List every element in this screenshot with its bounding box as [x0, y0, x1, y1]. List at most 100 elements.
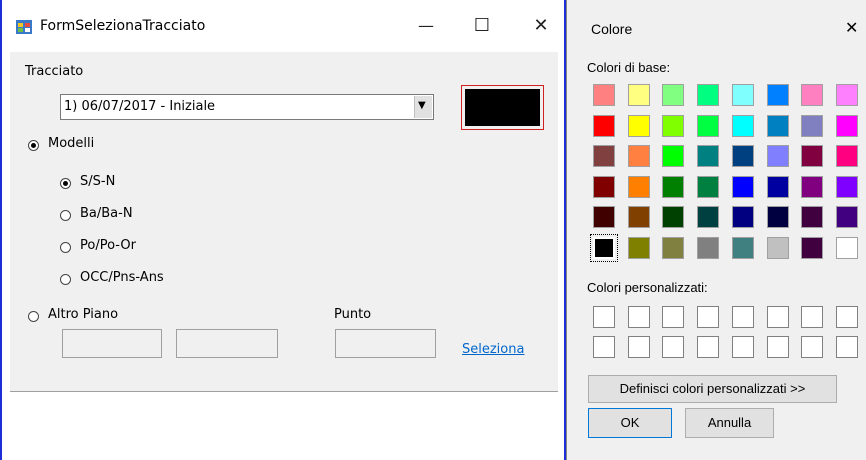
dialog-close-icon[interactable]: ✕ [845, 18, 858, 37]
color-swatch[interactable] [593, 206, 615, 228]
model-label: Po/Po-Or [80, 238, 136, 253]
color-swatch[interactable] [835, 145, 858, 167]
define-custom-colors-button[interactable]: Definisci colori personalizzati >> [588, 375, 837, 403]
color-swatch[interactable] [627, 114, 650, 137]
color-swatch[interactable] [697, 114, 720, 137]
color-swatch[interactable] [766, 206, 789, 228]
punto-label: Punto [334, 307, 372, 322]
altro-piano-radio[interactable] [28, 311, 39, 322]
model-radio[interactable] [60, 178, 71, 189]
custom-color-slot[interactable] [835, 336, 858, 358]
color-swatch[interactable] [662, 84, 685, 106]
color-swatch[interactable] [593, 175, 615, 198]
color-swatch[interactable] [627, 145, 650, 167]
form-title-bar[interactable]: FormSelezionaTracciato — ☐ ✕ [2, 0, 564, 52]
color-swatch[interactable] [697, 145, 720, 167]
custom-color-slot[interactable] [835, 306, 858, 328]
color-swatch[interactable] [662, 175, 685, 198]
color-swatch[interactable] [627, 175, 650, 198]
color-swatch[interactable] [766, 236, 789, 259]
color-swatch[interactable] [801, 206, 824, 228]
color-swatch[interactable] [801, 145, 824, 167]
color-swatch[interactable] [697, 84, 720, 106]
color-swatch[interactable] [731, 84, 754, 106]
color-swatch[interactable] [835, 114, 858, 137]
form-window: FormSelezionaTracciato — ☐ ✕ Tracciato 1… [0, 0, 566, 460]
custom-color-slot[interactable] [593, 306, 615, 328]
altro-field-2[interactable] [176, 329, 278, 358]
ok-label: OK [620, 415, 640, 430]
color-swatch[interactable] [731, 175, 754, 198]
custom-color-slot[interactable] [662, 306, 685, 328]
custom-color-slot[interactable] [627, 306, 650, 328]
custom-color-slot[interactable] [697, 306, 720, 328]
color-swatch[interactable] [697, 206, 720, 228]
color-swatch[interactable] [593, 145, 615, 167]
cancel-button[interactable]: Annulla [685, 408, 774, 438]
tracciato-label: Tracciato [25, 64, 84, 79]
color-swatch[interactable] [801, 236, 824, 259]
color-swatch[interactable] [731, 206, 754, 228]
altro-field-1[interactable] [62, 329, 162, 358]
color-swatch[interactable] [662, 145, 685, 167]
color-swatch[interactable] [697, 175, 720, 198]
custom-color-slot[interactable] [766, 306, 789, 328]
close-button[interactable]: ✕ [518, 0, 564, 52]
custom-color-slot[interactable] [627, 336, 650, 358]
tracciato-combobox[interactable]: 1) 06/07/2017 - Iniziale ▼ [60, 94, 434, 120]
model-label: OCC/Pns-Ans [80, 270, 164, 285]
color-swatch[interactable] [731, 114, 754, 137]
color-preview-frame[interactable] [461, 85, 544, 130]
color-preview [465, 89, 540, 126]
color-swatch[interactable] [801, 175, 824, 198]
minimize-button[interactable]: — [403, 0, 449, 52]
custom-color-slot[interactable] [731, 336, 754, 358]
color-swatch[interactable] [766, 84, 789, 106]
color-swatch[interactable] [627, 206, 650, 228]
color-swatch[interactable] [835, 84, 858, 106]
modelli-label: Modelli [48, 136, 95, 151]
custom-color-slot[interactable] [801, 306, 824, 328]
ok-button[interactable]: OK [588, 408, 672, 438]
custom-color-slot[interactable] [697, 336, 720, 358]
color-swatch[interactable] [662, 206, 685, 228]
custom-color-slot[interactable] [801, 336, 824, 358]
model-radio[interactable] [60, 274, 71, 285]
dialog-title: Colore [591, 21, 633, 37]
color-swatch[interactable] [662, 236, 685, 259]
app-icon [16, 20, 32, 34]
color-swatch[interactable] [801, 84, 824, 106]
tracciato-value: 1) 06/07/2017 - Iniziale [64, 99, 216, 114]
color-swatch[interactable] [731, 236, 754, 259]
color-swatch[interactable] [835, 175, 858, 198]
color-swatch[interactable] [766, 175, 789, 198]
maximize-button[interactable]: ☐ [459, 0, 505, 52]
chevron-down-icon: ▼ [418, 100, 426, 111]
altro-piano-label: Altro Piano [48, 307, 119, 322]
seleziona-link[interactable]: Seleziona [462, 342, 524, 357]
color-swatch[interactable] [731, 145, 754, 167]
custom-color-slot[interactable] [731, 306, 754, 328]
dropdown-button[interactable]: ▼ [414, 96, 432, 118]
model-label: Ba/Ba-N [80, 206, 133, 221]
modelli-radio[interactable] [28, 140, 39, 151]
color-swatch[interactable] [627, 84, 650, 106]
model-radio[interactable] [60, 242, 71, 253]
custom-color-slot[interactable] [766, 336, 789, 358]
color-swatch[interactable] [766, 114, 789, 137]
model-radio[interactable] [60, 210, 71, 221]
color-swatch[interactable] [593, 84, 615, 106]
color-swatch[interactable] [593, 114, 615, 137]
color-swatch[interactable] [766, 145, 789, 167]
color-swatch[interactable] [835, 206, 858, 228]
custom-color-slot[interactable] [593, 336, 615, 358]
punto-field[interactable] [335, 329, 436, 358]
color-swatch[interactable] [801, 114, 824, 137]
custom-color-slot[interactable] [662, 336, 685, 358]
color-swatch[interactable] [590, 233, 618, 262]
color-swatch[interactable] [697, 236, 720, 259]
color-swatch[interactable] [835, 236, 858, 259]
custom-colors-label: Colori personalizzati: [587, 280, 708, 295]
color-swatch[interactable] [627, 236, 650, 259]
color-swatch[interactable] [662, 114, 685, 137]
